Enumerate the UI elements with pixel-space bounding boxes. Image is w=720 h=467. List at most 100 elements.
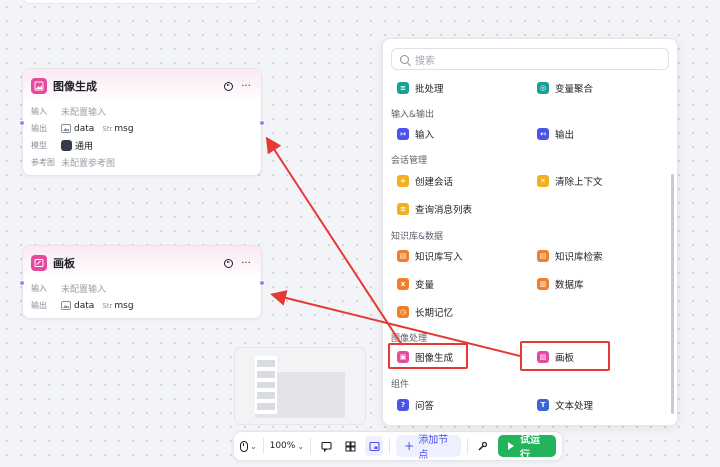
node-item-label: 批处理	[415, 84, 444, 95]
row-key: 输入	[31, 107, 47, 116]
row-key: 模型	[31, 141, 47, 150]
row-key: 参考图	[31, 158, 55, 167]
minimap-toggle-button[interactable]	[365, 436, 384, 456]
node-item-batch[interactable]: ≡ 批处理	[397, 79, 444, 97]
image-icon	[31, 78, 47, 94]
interaction-mode-button[interactable]: ⌄	[240, 440, 257, 452]
search-input[interactable]: 搜索	[391, 48, 669, 70]
mouse-icon	[240, 440, 248, 452]
type-tag: Str	[102, 301, 113, 310]
search-icon	[400, 54, 409, 64]
row-value: 未配置输入	[61, 285, 107, 295]
canvas-icon	[31, 255, 47, 271]
node-item-label: 知识库检索	[555, 252, 603, 263]
debug-button[interactable]	[474, 436, 492, 456]
node-header: 图像生成 ···	[23, 69, 261, 103]
run-node-icon[interactable]	[221, 256, 235, 270]
node-item-label: 变量	[415, 280, 435, 291]
divider	[310, 438, 311, 454]
more-icon[interactable]: ···	[239, 79, 253, 93]
node-row-input: 输入 未配置输入	[23, 280, 261, 297]
node-item-create-session[interactable]: + 创建会话	[397, 172, 453, 190]
kb-search-icon: ▤	[537, 250, 549, 262]
minimap-nodes	[255, 356, 277, 414]
node-item-label: 清除上下文	[555, 177, 603, 188]
output-port[interactable]	[259, 280, 265, 286]
row-key: 输出	[31, 301, 47, 310]
test-run-button[interactable]: 试运行	[498, 435, 557, 461]
node-item-label: 长期记忆	[415, 308, 454, 319]
node-item-label: 查询消息列表	[415, 205, 473, 216]
node-item-kb-search[interactable]: ▤ 知识库检索	[537, 247, 603, 265]
input-port[interactable]	[19, 120, 25, 126]
zoom-value: 100%	[269, 441, 296, 451]
section-title: 知识库&数据	[391, 232, 444, 242]
image-type-icon	[61, 301, 71, 310]
zoom-select[interactable]: 100% ⌄	[270, 441, 304, 451]
play-icon	[508, 442, 515, 450]
node-item-clear-context[interactable]: ✕ 清除上下文	[537, 172, 603, 190]
node-item-variable-aggregate[interactable]: ◎ 变量聚合	[537, 79, 593, 97]
node-item-label: 输出	[555, 130, 575, 141]
row-value: 未配置参考图	[61, 159, 116, 169]
node-item-kb-write[interactable]: ▤ 知识库写入	[397, 247, 463, 265]
output-icon: ↤	[537, 128, 549, 140]
database-icon: ▥	[537, 278, 549, 290]
model-avatar	[61, 140, 72, 151]
output-name: msg	[114, 123, 134, 134]
node-item-label: 问答	[415, 401, 435, 412]
text-processing-icon: T	[537, 399, 549, 411]
chevron-down-icon: ⌄	[297, 441, 305, 451]
output-port[interactable]	[259, 120, 265, 126]
node-item-variable[interactable]: x 变量	[397, 275, 434, 293]
node-row-output: 输出 data Str msg	[23, 297, 261, 314]
node-item-input[interactable]: ↦ 输入	[397, 125, 434, 143]
variable-icon: x	[397, 278, 409, 290]
row-key: 输入	[31, 284, 47, 293]
test-run-label: 试运行	[520, 435, 541, 461]
node-row-reference: 参考图 未配置参考图	[23, 154, 261, 171]
panel-scrollbar[interactable]	[671, 174, 674, 414]
row-key: 输出	[31, 124, 47, 133]
minimap[interactable]	[234, 347, 366, 425]
minimap-icon	[369, 441, 380, 451]
comment-button[interactable]	[317, 436, 335, 456]
row-value: 未配置输入	[61, 108, 107, 118]
output-name: data	[74, 300, 95, 311]
node-item-output[interactable]: ↤ 输出	[537, 125, 574, 143]
node-item-label: 数据库	[555, 280, 584, 291]
node-item-label: 创建会话	[415, 177, 454, 188]
node-item-label: 文本处理	[555, 401, 594, 412]
node-item-database[interactable]: ▥ 数据库	[537, 275, 584, 293]
partial-node-card	[22, 0, 260, 4]
message-list-icon: ≡	[397, 203, 409, 215]
node-header: 画板 ···	[23, 246, 261, 280]
more-icon[interactable]: ···	[239, 256, 253, 270]
node-row-model: 模型 通用	[23, 137, 261, 154]
node-item-text-processing[interactable]: T 文本处理	[537, 396, 593, 414]
image-type-icon	[61, 124, 71, 133]
node-image-generation[interactable]: 图像生成 ··· 输入 未配置输入 输出 data Str msg 模型 通用 …	[22, 68, 262, 176]
memory-icon: ◷	[397, 306, 409, 318]
session-icon: +	[397, 175, 409, 187]
section-title: 输入&输出	[391, 110, 435, 120]
section-title: 会话管理	[391, 156, 428, 166]
highlight-canvas	[520, 341, 610, 371]
divider	[262, 438, 264, 454]
node-row-output: 输出 data Str msg	[23, 120, 261, 137]
layout-button[interactable]	[341, 436, 359, 456]
input-port[interactable]	[19, 280, 25, 286]
node-canvas-board[interactable]: 画板 ··· 输入 未配置输入 输出 data Str msg	[22, 245, 262, 319]
batch-icon: ≡	[397, 82, 409, 94]
node-item-query-messages[interactable]: ≡ 查询消息列表	[397, 200, 472, 218]
run-node-icon[interactable]	[221, 79, 235, 93]
output-name: msg	[114, 300, 134, 311]
canvas-toolbar: ⌄ 100% ⌄ + 添加节点 试运行	[233, 431, 563, 461]
node-item-qa[interactable]: ? 问答	[397, 396, 434, 414]
section-title: 组件	[391, 380, 410, 390]
node-item-long-term-memory[interactable]: ◷ 长期记忆	[397, 303, 453, 321]
output-name: data	[74, 123, 95, 134]
grid-icon	[345, 441, 356, 451]
add-node-button[interactable]: + 添加节点	[396, 435, 462, 461]
row-value: 通用	[75, 142, 94, 152]
